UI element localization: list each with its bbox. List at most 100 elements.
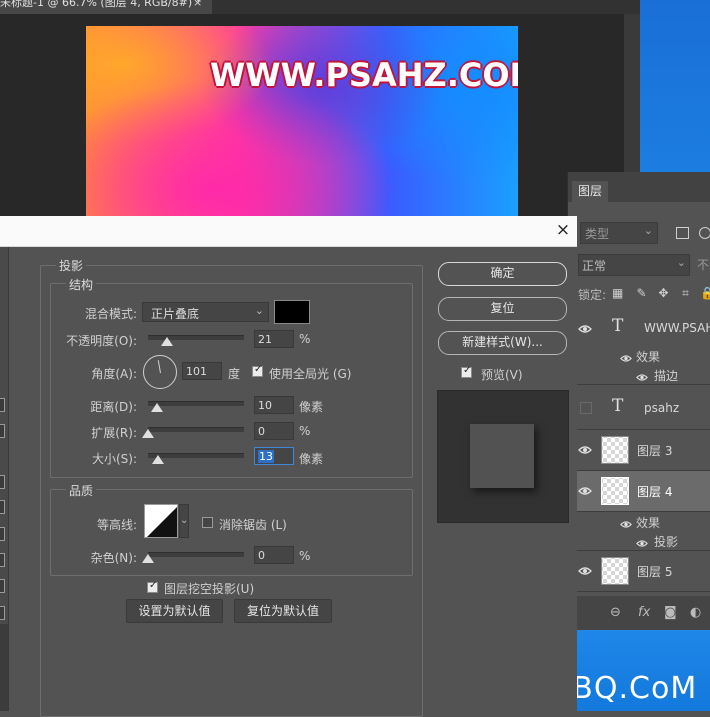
layer-row-layer-3[interactable]: 图层 3	[568, 430, 710, 471]
lock-row: 锁定: ▦ ✎ ✥ ⌗ 🔒	[568, 282, 710, 306]
close-icon[interactable]: ×	[193, 0, 202, 9]
eye-icon[interactable]	[578, 566, 592, 576]
make-default-button[interactable]: 设置为默认值	[126, 599, 223, 623]
noise-label: 杂色(N):	[90, 551, 137, 565]
style-checkbox[interactable]	[0, 500, 5, 514]
layer-thumbnail	[601, 477, 629, 505]
size-slider-thumb[interactable]	[152, 455, 164, 464]
layer-name: WWW.PSAHZ	[644, 321, 710, 335]
link-icon[interactable]: ⊖	[610, 605, 621, 620]
layer-row-psahz[interactable]: T psahz	[568, 385, 710, 430]
close-icon[interactable]: ×	[554, 220, 572, 240]
antialias-checkbox[interactable]	[202, 517, 213, 528]
reset-default-button[interactable]: 复位为默认值	[234, 599, 332, 623]
shadow-color-swatch[interactable]	[274, 300, 310, 324]
text-layer-icon: T	[612, 316, 624, 336]
document-tab[interactable]: 未标题-1 @ 66.7% (图层 4, RGB/8#) * ×	[0, 0, 212, 14]
lock-position-icon[interactable]: ✥	[658, 287, 669, 299]
blend-mode-value: 正片叠底	[151, 307, 200, 321]
style-checkbox[interactable]	[0, 424, 5, 438]
chevron-down-icon: ⌄	[643, 224, 653, 237]
fx-icon[interactable]: fx	[638, 605, 650, 620]
size-unit: 像素	[299, 452, 324, 466]
distance-field[interactable]: 10	[254, 396, 294, 414]
ok-button[interactable]: 确定	[438, 262, 567, 286]
blend-mode-select[interactable]: 正片叠底 ⌄	[142, 302, 269, 322]
reset-button[interactable]: 复位	[438, 297, 567, 321]
visibility-toggle[interactable]	[580, 402, 592, 414]
filter-pixel-icon[interactable]	[676, 227, 689, 239]
layer-name: 图层 5	[637, 565, 673, 579]
style-checkbox[interactable]	[0, 527, 5, 541]
eye-icon[interactable]	[578, 324, 592, 334]
angle-unit: 度	[228, 367, 241, 381]
contour-picker[interactable]	[144, 504, 178, 538]
lock-paint-icon[interactable]: ✎	[636, 287, 647, 299]
angle-field[interactable]: 101	[182, 362, 222, 380]
layer-effect-stroke: 描边	[654, 369, 679, 383]
style-list-footer	[0, 624, 8, 711]
layer-name: 图层 3	[637, 444, 673, 458]
chevron-down-icon: ⌄	[180, 515, 189, 526]
adjustment-icon[interactable]: ◐	[690, 605, 701, 620]
angle-dial-needle	[157, 360, 161, 374]
layer-name: psahz	[644, 401, 680, 415]
style-checkbox[interactable]	[0, 553, 5, 567]
lock-artboard-icon[interactable]: ⌗	[680, 287, 691, 299]
eye-icon[interactable]	[578, 486, 592, 496]
layer-filter-select[interactable]: 类型 ⌄	[580, 222, 658, 244]
layers-panel: 图层 类型 ⌄ 正常 ⌄ 不透 锁定: ▦ ✎ ✥ ⌗ 🔒 T WWW.PSAH…	[567, 172, 710, 630]
eye-icon[interactable]	[620, 352, 632, 362]
style-checkbox[interactable]	[0, 606, 5, 620]
eye-icon[interactable]	[620, 518, 632, 528]
size-field[interactable]: 13	[254, 447, 294, 465]
preview-swatch	[470, 424, 534, 488]
lock-all-icon[interactable]: 🔒	[700, 287, 710, 299]
style-checkbox[interactable]	[0, 475, 5, 489]
layer-thumbnail	[601, 436, 629, 464]
contour-curve-icon	[147, 507, 177, 537]
noise-slider[interactable]	[148, 552, 244, 557]
eye-icon[interactable]	[578, 445, 592, 455]
knockout-checkbox[interactable]	[147, 580, 158, 593]
dialog-title-bar[interactable]	[0, 216, 577, 247]
layer-effects-label: 效果	[636, 516, 661, 530]
new-style-button[interactable]: 新建样式(W)...	[438, 331, 567, 355]
spread-slider-thumb[interactable]	[142, 429, 154, 438]
style-checkbox[interactable]	[0, 579, 5, 593]
distance-slider-thumb[interactable]	[151, 403, 163, 412]
spread-field[interactable]: 0	[254, 422, 294, 440]
layer-row-www-psahz[interactable]: T WWW.PSAHZ 效果 描边	[568, 308, 710, 385]
text-layer-icon: T	[612, 396, 624, 416]
eye-icon[interactable]	[636, 371, 648, 381]
opacity-unit: %	[299, 332, 311, 346]
style-checkbox[interactable]	[0, 398, 5, 412]
layer-row-layer-4[interactable]: 图层 4	[568, 471, 710, 512]
document-canvas[interactable]: WWW.PSAHZ.COM	[86, 26, 518, 219]
noise-field[interactable]: 0	[254, 546, 294, 564]
layer-name: 图层 4	[637, 485, 673, 499]
layer-effect-drop-shadow: 投影	[654, 535, 679, 549]
noise-slider-thumb[interactable]	[142, 554, 154, 563]
tab-layers[interactable]: 图层	[572, 181, 608, 202]
angle-dial[interactable]	[143, 355, 177, 389]
layer-filter-label: 类型	[585, 227, 610, 241]
layer-blend-mode-select[interactable]: 正常 ⌄	[578, 254, 690, 276]
filter-adjustment-icon[interactable]	[699, 227, 710, 239]
spread-slider[interactable]	[148, 427, 244, 432]
layers-bottom-bar: ⊖ fx ◙ ◐	[568, 596, 710, 630]
eye-icon[interactable]	[636, 537, 648, 547]
lock-transparency-icon[interactable]: ▦	[612, 287, 623, 299]
chevron-down-icon: ⌄	[676, 256, 686, 269]
layer-row-layer-5[interactable]: 图层 5	[568, 551, 710, 592]
opacity-slider-thumb[interactable]	[161, 337, 173, 346]
preview-checkbox[interactable]	[461, 365, 472, 378]
document-tab-title: 未标题-1 @ 66.7% (图层 4, RGB/8#) *	[0, 0, 202, 9]
mask-icon[interactable]: ◙	[664, 605, 677, 620]
global-light-checkbox[interactable]	[252, 364, 263, 377]
size-label: 大小(S):	[91, 452, 137, 466]
canvas-text: WWW.PSAHZ.COM	[210, 56, 518, 94]
opacity-field[interactable]: 21	[254, 330, 294, 348]
layer-opacity-label[interactable]: 不透	[697, 256, 710, 273]
distance-label: 距离(D):	[90, 400, 137, 414]
